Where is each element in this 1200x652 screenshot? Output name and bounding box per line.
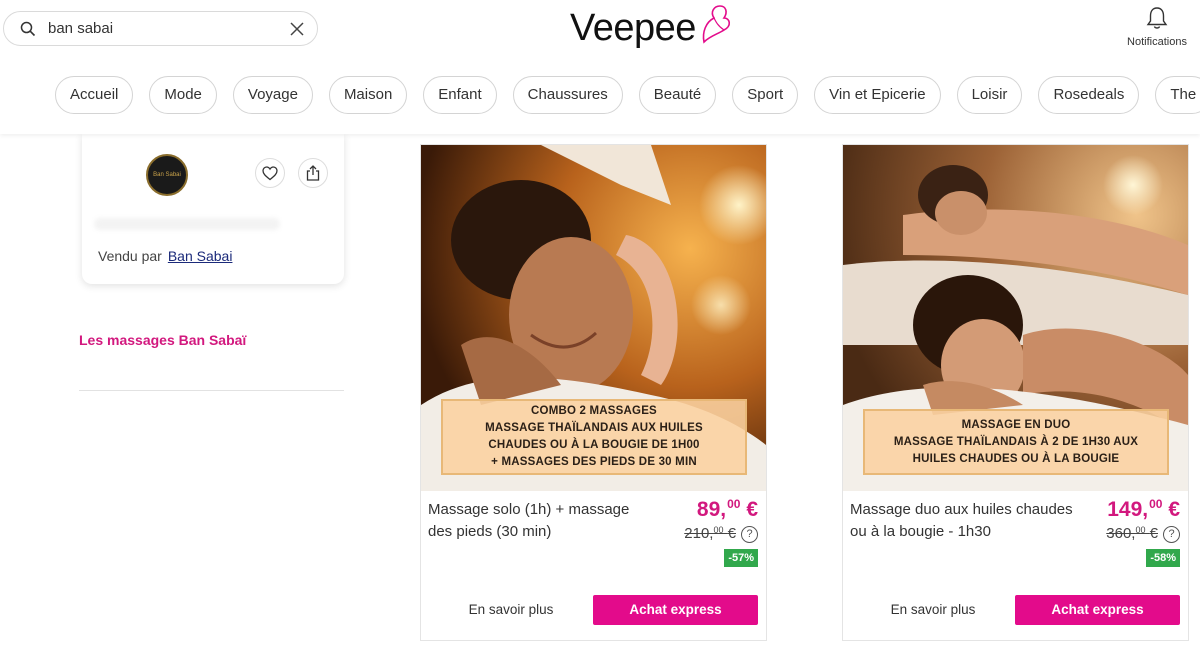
old-price-currency: € [727, 525, 736, 542]
banner-line: MASSAGE THAÏLANDAIS À 2 DE 1H30 AUX [893, 435, 1139, 448]
share-icon [306, 165, 320, 181]
divider [79, 390, 344, 391]
nav-item-maison[interactable]: Maison [328, 76, 408, 114]
price-decimal: 00 [727, 497, 741, 511]
product-banner: MASSAGE EN DUO MASSAGE THAÏLANDAIS À 2 D… [863, 409, 1169, 475]
bell-icon [1146, 7, 1168, 29]
massages-link[interactable]: Les massages Ban Sabaï [79, 332, 246, 348]
sold-by-label: Vendu par [98, 248, 162, 264]
notifications-label: Notifications [1127, 36, 1187, 48]
share-button[interactable] [298, 158, 328, 188]
banner-line: COMBO 2 MASSAGES [531, 405, 657, 417]
old-price-currency: € [1149, 525, 1158, 542]
header: Veepee Notifications Accueil Mode Voyage… [0, 0, 1200, 134]
price-integer: 149, [1107, 498, 1149, 521]
more-info-button[interactable]: En savoir plus [451, 595, 571, 625]
old-price-decimal: 00 [713, 525, 724, 535]
nav-item-mode[interactable]: Mode [149, 76, 217, 114]
seller-logo-text: Ban Sabai [153, 172, 181, 178]
nav-item-enfant[interactable]: Enfant [423, 76, 497, 114]
butterfly-icon [702, 5, 730, 44]
favorite-button[interactable] [255, 158, 285, 188]
notifications-button[interactable]: Notifications [1122, 6, 1192, 50]
seller-card: Ban Sabai Vendu par Ban Sabai [82, 134, 344, 284]
nav-item-voyage[interactable]: Voyage [232, 76, 313, 114]
nav-item-beaute[interactable]: Beauté [638, 76, 717, 114]
product-name[interactable]: Massage solo (1h) + massage des pieds (3… [428, 499, 653, 543]
seller-link[interactable]: Ban Sabai [168, 248, 233, 264]
product-price: 89,00 € [697, 497, 758, 522]
search-input[interactable] [48, 20, 281, 37]
product-banner: COMBO 2 MASSAGES MASSAGE THAÏLANDAIS AUX… [441, 399, 747, 475]
product-price: 149,00 € [1107, 497, 1180, 522]
product-image[interactable]: MASSAGE EN DUO MASSAGE THAÏLANDAIS À 2 D… [843, 145, 1188, 491]
price-decimal: 00 [1149, 497, 1163, 511]
nav-item-the[interactable]: The [1155, 76, 1200, 114]
discount-badge: -57% [724, 549, 758, 567]
close-icon[interactable] [289, 21, 305, 37]
more-info-button[interactable]: En savoir plus [873, 595, 993, 625]
old-price: 360,00 € [1106, 525, 1158, 542]
search-bar[interactable] [3, 11, 318, 46]
express-buy-button[interactable]: Achat express [593, 595, 758, 625]
question-icon[interactable]: ? [1163, 526, 1180, 543]
nav-item-chaussures[interactable]: Chaussures [512, 76, 623, 114]
sold-by: Vendu par Ban Sabai [98, 248, 232, 264]
product-name[interactable]: Massage duo aux huiles chaudes ou à la b… [850, 499, 1075, 543]
product-image[interactable]: COMBO 2 MASSAGES MASSAGE THAÏLANDAIS AUX… [421, 145, 766, 491]
banner-line: CHAUDES OU À LA BOUGIE DE 1H00 [488, 439, 700, 451]
old-price: 210,00 € [684, 525, 736, 542]
banner-line: MASSAGE EN DUO [961, 418, 1071, 431]
nav-item-vin-epicerie[interactable]: Vin et Epicerie [814, 76, 941, 114]
product-card[interactable]: COMBO 2 MASSAGES MASSAGE THAÏLANDAIS AUX… [420, 144, 767, 641]
question-icon[interactable]: ? [741, 526, 758, 543]
old-price-integer: 360, [1106, 525, 1136, 542]
discount-badge: -58% [1146, 549, 1180, 567]
price-currency: € [1168, 498, 1180, 521]
price-integer: 89, [696, 498, 727, 521]
old-price-decimal: 00 [1135, 525, 1146, 535]
veepee-logo[interactable]: Veepee [570, 2, 732, 54]
banner-line: MASSAGE THAÏLANDAIS AUX HUILES [485, 422, 703, 434]
banner-line: HUILES CHAUDES OU À LA BOUGIE [912, 452, 1120, 465]
nav-item-loisir[interactable]: Loisir [956, 76, 1023, 114]
price-currency: € [746, 498, 758, 521]
seller-logo: Ban Sabai [146, 154, 188, 196]
nav-item-rosedeals[interactable]: Rosedeals [1038, 76, 1140, 114]
category-nav: Accueil Mode Voyage Maison Enfant Chauss… [55, 76, 1200, 114]
express-buy-button[interactable]: Achat express [1015, 595, 1180, 625]
search-icon [20, 21, 36, 36]
product-card[interactable]: MASSAGE EN DUO MASSAGE THAÏLANDAIS À 2 D… [842, 144, 1189, 641]
logo-text: Veepee [570, 7, 696, 49]
nav-item-accueil[interactable]: Accueil [55, 76, 134, 114]
banner-line: + MASSAGES DES PIEDS DE 30 MIN [491, 456, 697, 468]
old-price-integer: 210, [684, 525, 714, 542]
nav-item-sport[interactable]: Sport [732, 76, 799, 114]
blurred-text [94, 218, 280, 230]
heart-icon [262, 165, 278, 180]
